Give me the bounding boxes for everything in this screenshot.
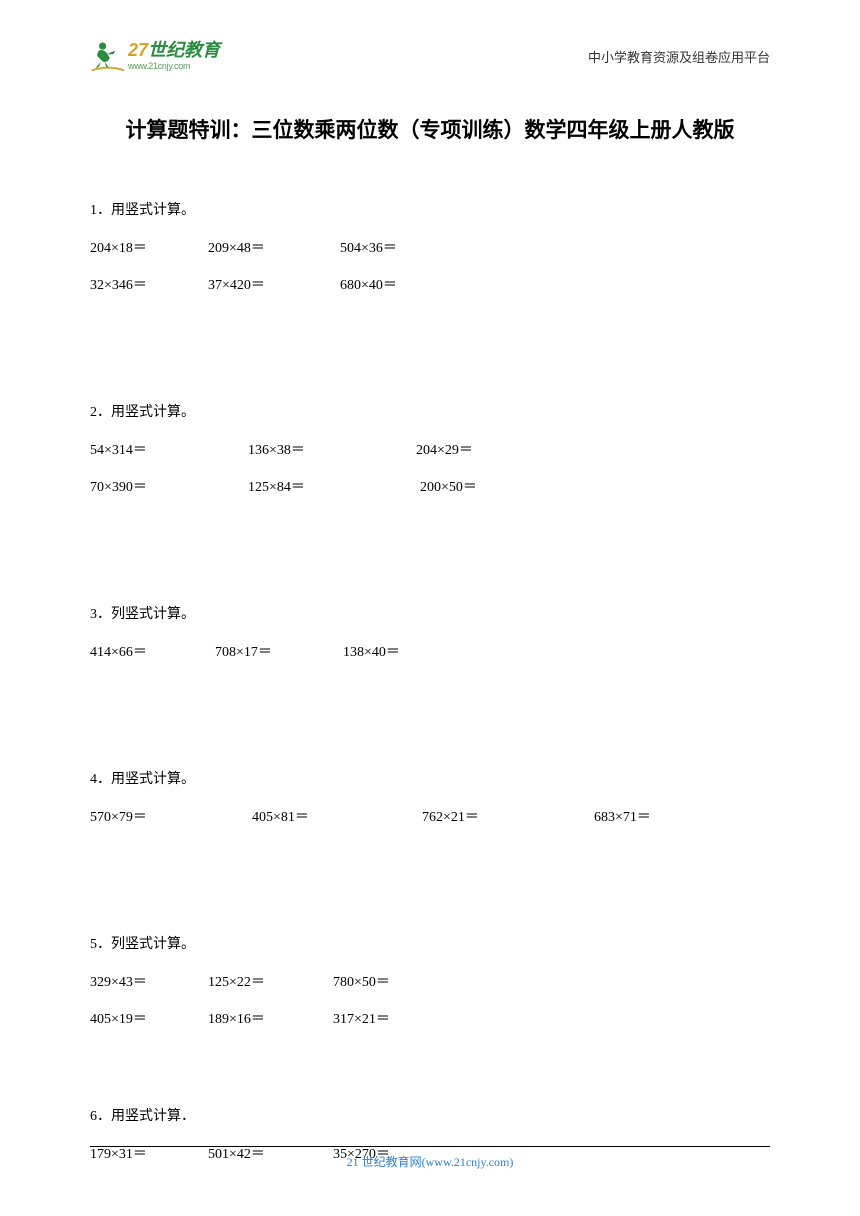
- question-header: 3．列竖式计算。: [90, 603, 770, 623]
- equation-item: 189×16＝: [208, 1008, 333, 1028]
- spacer: [90, 843, 770, 933]
- logo-prefix: 27: [128, 40, 148, 60]
- equation-item: 329×43＝: [90, 971, 208, 991]
- equation-item: 125×22＝: [208, 971, 333, 991]
- equation-item: 317×21＝: [333, 1008, 390, 1028]
- equation-item: 405×19＝: [90, 1008, 208, 1028]
- equation-row: 32×346＝37×420＝680×40＝: [90, 274, 770, 294]
- equation-item: 209×48＝: [208, 237, 340, 257]
- question-header: 2．用竖式计算。: [90, 401, 770, 421]
- equation-row: 329×43＝125×22＝780×50＝: [90, 971, 770, 991]
- logo-main-text: 27世纪教育: [128, 41, 220, 61]
- equation-row: 204×18＝209×48＝504×36＝: [90, 237, 770, 257]
- equation-item: 570×79＝: [90, 806, 252, 826]
- question-block: 5．列竖式计算。 329×43＝125×22＝780×50＝ 405×19＝189×…: [90, 933, 770, 1028]
- question-block: 4．用竖式计算。 570×79＝405×81＝762×21＝683×71＝: [90, 768, 770, 826]
- equation-item: 37×420＝: [208, 274, 340, 294]
- logo-icon: [90, 38, 126, 74]
- equation-item: 54×314＝: [90, 439, 248, 459]
- equation-row: 570×79＝405×81＝762×21＝683×71＝: [90, 806, 770, 826]
- equation-row: 414×66＝708×17＝138×40＝: [90, 641, 770, 661]
- logo-text-container: 27世纪教育 www.21cnjy.com: [128, 41, 220, 72]
- equation-item: 136×38＝: [248, 439, 416, 459]
- question-header: 6．用竖式计算．: [90, 1105, 770, 1125]
- equation-row: 405×19＝189×16＝317×21＝: [90, 1008, 770, 1028]
- equation-item: 125×84＝: [248, 476, 420, 496]
- question-block: 2．用竖式计算。 54×314＝136×38＝204×29＝ 70×390＝125×…: [90, 401, 770, 496]
- equation-item: 405×81＝: [252, 806, 422, 826]
- page-header: 27世纪教育 www.21cnjy.com 中小学教育资源及组卷应用平台: [90, 38, 770, 74]
- spacer: [90, 513, 770, 603]
- logo-brand: 世纪教育: [148, 40, 220, 60]
- footer-text: 21 世纪教育网(www.21cnjy.com): [347, 1155, 514, 1169]
- equation-row: 54×314＝136×38＝204×29＝: [90, 439, 770, 459]
- page-container: 27世纪教育 www.21cnjy.com 中小学教育资源及组卷应用平台 计算题…: [0, 0, 860, 1216]
- equation-item: 32×346＝: [90, 274, 208, 294]
- equation-row: 70×390＝125×84＝200×50＝: [90, 476, 770, 496]
- equation-item: 680×40＝: [340, 274, 397, 294]
- header-subtitle: 中小学教育资源及组卷应用平台: [588, 47, 770, 66]
- equation-item: 708×17＝: [215, 641, 343, 661]
- equation-item: 504×36＝: [340, 237, 397, 257]
- equation-item: 204×29＝: [416, 439, 473, 459]
- equation-item: 780×50＝: [333, 971, 390, 991]
- question-header: 1．用竖式计算。: [90, 199, 770, 219]
- equation-item: 204×18＝: [90, 237, 208, 257]
- equation-item: 138×40＝: [343, 641, 400, 661]
- equation-item: 762×21＝: [422, 806, 594, 826]
- question-header: 4．用竖式计算。: [90, 768, 770, 788]
- spacer: [90, 678, 770, 768]
- page-footer: 21 世纪教育网(www.21cnjy.com): [90, 1146, 770, 1171]
- spacer: [90, 311, 770, 401]
- logo-url: www.21cnjy.com: [128, 61, 220, 72]
- page-title: 计算题特训：三位数乘两位数（专项训练）数学四年级上册人教版: [90, 114, 770, 144]
- equation-item: 683×71＝: [594, 806, 651, 826]
- equation-item: 414×66＝: [90, 641, 215, 661]
- question-block: 1．用竖式计算。 204×18＝209×48＝504×36＝ 32×346＝37×4…: [90, 199, 770, 294]
- question-header: 5．列竖式计算。: [90, 933, 770, 953]
- spacer: [90, 1045, 770, 1105]
- footer-brand: 21 世纪教育网: [347, 1155, 422, 1169]
- footer-url: (www.21cnjy.com): [422, 1155, 514, 1169]
- question-block: 3．列竖式计算。 414×66＝708×17＝138×40＝: [90, 603, 770, 661]
- questions-container: 1．用竖式计算。 204×18＝209×48＝504×36＝ 32×346＝37×4…: [90, 199, 770, 1163]
- equation-item: 200×50＝: [420, 476, 477, 496]
- logo: 27世纪教育 www.21cnjy.com: [90, 38, 220, 74]
- equation-item: 70×390＝: [90, 476, 248, 496]
